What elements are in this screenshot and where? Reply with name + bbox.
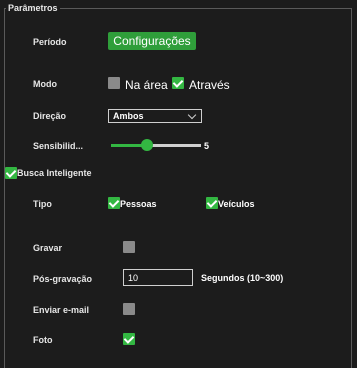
photo-label: Foto (33, 335, 53, 345)
direction-value: Ambos (113, 111, 144, 121)
mode-na-area-label: Na área (125, 78, 168, 92)
record-checkbox[interactable] (123, 241, 135, 253)
type-pessoas-label: Pessoas (120, 199, 157, 209)
mode-na-area-checkbox[interactable] (108, 77, 120, 89)
period-label: Período (33, 37, 67, 47)
mode-label: Modo (33, 79, 57, 89)
send-email-label: Enviar e-mail (33, 305, 90, 315)
type-veiculos-label: Veículos (218, 199, 255, 209)
mode-atraves-label: Através (189, 78, 230, 92)
group-title: Parâmetros (6, 3, 60, 13)
smart-search-label: Busca Inteligente (17, 168, 92, 178)
photo-checkbox[interactable] (123, 333, 135, 345)
chevron-down-icon (187, 110, 197, 120)
sensitivity-value: 5 (204, 141, 210, 151)
type-label: Tipo (33, 199, 52, 209)
post-record-label: Pós-gravação (33, 274, 93, 284)
post-record-input[interactable] (123, 269, 193, 286)
sensitivity-slider-thumb[interactable] (141, 139, 153, 151)
type-pessoas-checkbox[interactable] (108, 197, 120, 209)
type-veiculos-checkbox[interactable] (206, 197, 218, 209)
sensitivity-label: Sensibilid... (33, 141, 84, 151)
smart-search-checkbox[interactable] (5, 167, 17, 179)
configurations-button[interactable]: Configurações (108, 32, 196, 50)
direction-label: Direção (33, 111, 67, 121)
mode-atraves-checkbox[interactable] (172, 77, 184, 89)
send-email-checkbox[interactable] (123, 303, 135, 315)
sensitivity-slider-track[interactable] (111, 144, 201, 147)
direction-select[interactable]: Ambos (108, 109, 202, 123)
post-record-unit: Segundos (10~300) (201, 273, 284, 283)
record-label: Gravar (33, 243, 63, 253)
